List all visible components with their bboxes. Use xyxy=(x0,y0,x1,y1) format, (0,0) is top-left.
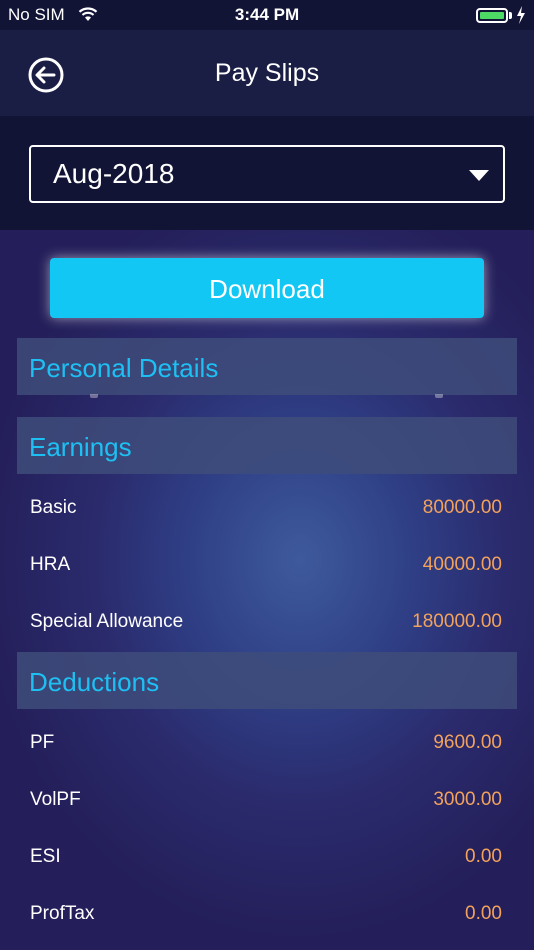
earnings-header: Earnings xyxy=(17,417,517,474)
period-dropdown[interactable]: Aug-2018 xyxy=(29,145,505,203)
row-value: 180000.00 xyxy=(412,611,502,632)
row-label: PF xyxy=(30,732,55,753)
download-button[interactable]: Download xyxy=(50,258,484,318)
chevron-down-icon xyxy=(469,170,489,181)
clipped-content xyxy=(80,394,460,400)
deductions-row-pf: PF 9600.00 xyxy=(0,732,534,762)
battery-tip xyxy=(509,12,512,19)
row-value: 0.00 xyxy=(465,903,502,924)
deductions-row-esi: ESI 0.00 xyxy=(0,846,534,876)
personal-details-header[interactable]: Personal Details xyxy=(17,338,517,395)
deductions-row-volpf: VolPF 3000.00 xyxy=(0,789,534,819)
earnings-row-hra: HRA 40000.00 xyxy=(0,554,534,584)
nav-bar: Pay Slips xyxy=(0,30,534,116)
row-label: ESI xyxy=(30,846,61,867)
row-value: 9600.00 xyxy=(433,732,502,753)
earnings-row-special-allowance: Special Allowance 180000.00 xyxy=(0,611,534,641)
row-value: 3000.00 xyxy=(433,789,502,810)
charging-icon xyxy=(517,6,525,24)
row-value: 80000.00 xyxy=(422,497,502,518)
earnings-row-basic: Basic 80000.00 xyxy=(0,497,534,527)
page-title: Pay Slips xyxy=(214,59,320,87)
status-bar: No SIM 3:44 PM xyxy=(0,0,534,30)
row-value: 0.00 xyxy=(465,846,502,867)
clock: 3:44 PM xyxy=(234,5,300,24)
row-label: Special Allowance xyxy=(30,611,184,632)
row-label: HRA xyxy=(30,554,71,575)
period-value: Aug-2018 xyxy=(53,158,175,189)
battery-icon xyxy=(476,8,508,23)
deductions-header: Deductions xyxy=(17,652,517,709)
row-value: 40000.00 xyxy=(422,554,502,575)
row-label: ProfTax xyxy=(30,903,95,924)
row-label: VolPF xyxy=(30,789,81,810)
row-label: Basic xyxy=(30,497,77,518)
deductions-row-proftax: ProfTax 0.00 xyxy=(0,903,534,933)
